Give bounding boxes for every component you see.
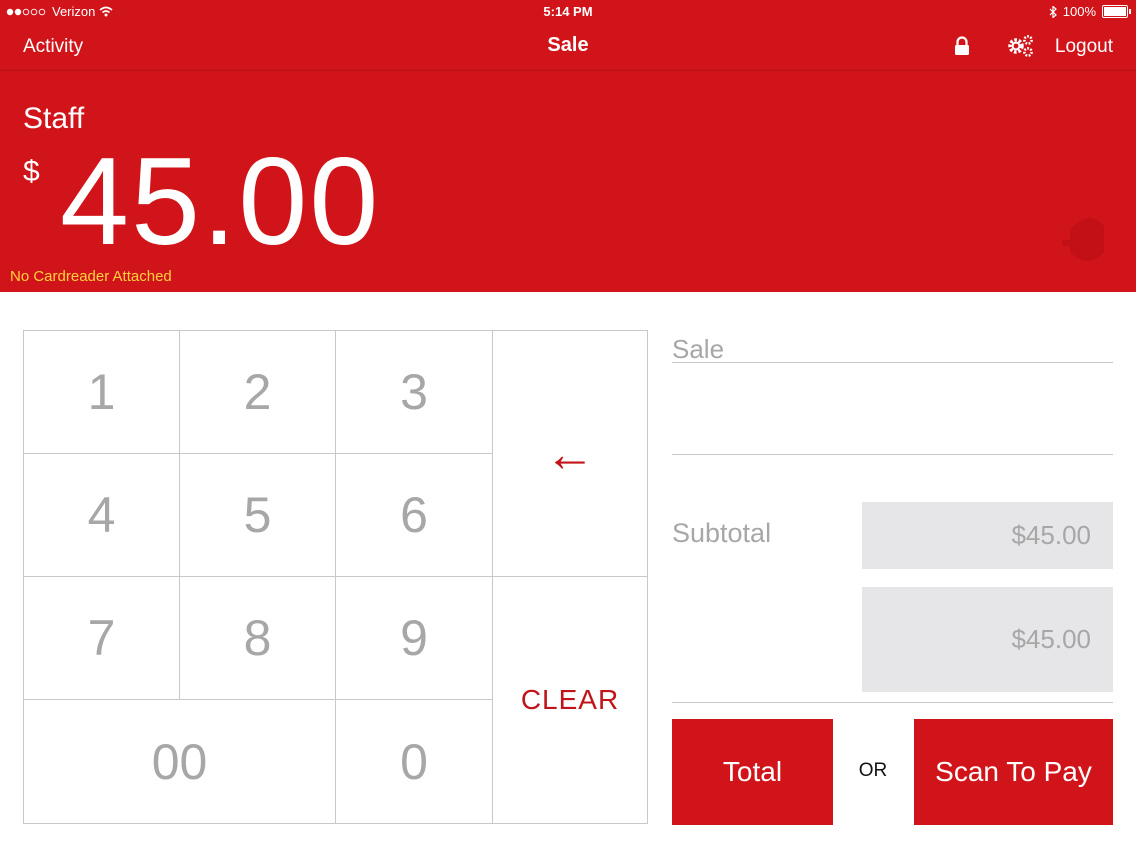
key-00[interactable]: 00 (24, 700, 336, 823)
clear-key[interactable]: CLEAR (493, 577, 647, 823)
navigation-bar: Activity Sale Logout (0, 28, 1136, 68)
backspace-arrow-icon: ← (545, 425, 595, 482)
key-6[interactable]: 6 (336, 454, 493, 577)
battery-info: 100% (1049, 4, 1131, 19)
sale-section-divider (672, 454, 1113, 455)
brand-logo-icon (1062, 217, 1104, 261)
logout-button[interactable]: Logout (1055, 36, 1113, 58)
subtotal-label: Subtotal (672, 518, 772, 548)
battery-icon (1102, 5, 1131, 18)
totals-divider (672, 702, 1113, 703)
scan-to-pay-button[interactable]: Scan To Pay (914, 719, 1113, 825)
sale-header: Verizon 5:14 PM 100% Activity Sale Logou… (0, 0, 1136, 292)
key-0[interactable]: 0 (336, 700, 493, 823)
backspace-key[interactable]: ← (493, 331, 647, 577)
cardreader-warning: No Cardreader Attached (10, 268, 172, 285)
sale-underline (672, 362, 1113, 363)
total-button[interactable]: Total (672, 719, 833, 825)
battery-percent: 100% (1062, 4, 1096, 19)
staff-name: Staff (23, 102, 85, 135)
key-9[interactable]: 9 (336, 577, 493, 700)
activity-button[interactable]: Activity (23, 36, 83, 58)
nav-divider (0, 70, 1136, 71)
sale-amount: 45.00 (60, 133, 381, 271)
bluetooth-icon (1049, 5, 1057, 18)
key-1[interactable]: 1 (24, 331, 180, 454)
key-7[interactable]: 7 (24, 577, 180, 700)
key-5[interactable]: 5 (180, 454, 336, 577)
subtotal-value: $45.00 (862, 502, 1113, 569)
key-3[interactable]: 3 (336, 331, 493, 454)
currency-symbol: $ (23, 155, 40, 188)
key-2[interactable]: 2 (180, 331, 336, 454)
or-separator: OR (858, 760, 888, 781)
sale-note-field[interactable]: Sale (672, 334, 1113, 365)
status-bar: Verizon 5:14 PM 100% (0, 0, 1136, 22)
key-8[interactable]: 8 (180, 577, 336, 700)
status-time: 5:14 PM (543, 4, 593, 19)
lock-icon[interactable] (953, 36, 971, 56)
key-4[interactable]: 4 (24, 454, 180, 577)
numeric-keypad: 1 2 3 ← 4 5 6 7 8 9 CLEAR 00 0 (23, 330, 648, 824)
gear-icon[interactable] (1006, 34, 1036, 58)
total-value: $45.00 (862, 587, 1113, 692)
